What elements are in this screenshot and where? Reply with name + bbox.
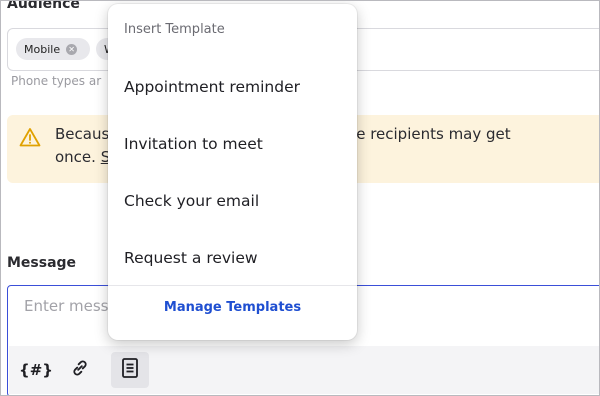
audience-chip-mobile[interactable]: Mobile ✕ xyxy=(16,38,90,60)
link-icon xyxy=(69,357,91,383)
message-placeholder: Enter mess xyxy=(24,297,109,315)
warning-text-line2: once. S xyxy=(55,148,110,166)
template-item-request-a-review[interactable]: Request a review xyxy=(108,238,357,278)
insert-template-button[interactable] xyxy=(111,352,149,388)
chip-label: Mobile xyxy=(24,42,61,56)
template-item-check-your-email[interactable]: Check your email xyxy=(108,181,357,221)
insert-template-menu: Insert Template Appointment reminder Inv… xyxy=(108,4,357,340)
app-frame: Audience Mobile ✕ W Phone types ar Becau… xyxy=(0,0,600,396)
message-toolbar: {#} xyxy=(9,346,599,394)
close-circle-icon[interactable]: ✕ xyxy=(66,43,78,55)
audience-hint: Phone types ar xyxy=(11,74,102,88)
menu-header: Insert Template xyxy=(124,22,225,37)
manage-templates-link[interactable]: Manage Templates xyxy=(108,300,357,315)
insert-variable-button[interactable]: {#} xyxy=(17,352,55,388)
message-label: Message xyxy=(7,255,77,271)
document-icon xyxy=(120,357,140,383)
warning-triangle-icon xyxy=(19,127,41,151)
menu-divider xyxy=(108,285,357,286)
insert-link-button[interactable] xyxy=(61,352,99,388)
template-item-invitation-to-meet[interactable]: Invitation to meet xyxy=(108,124,357,164)
template-item-appointment-reminder[interactable]: Appointment reminder xyxy=(108,67,357,107)
warning-text-once: once. xyxy=(55,148,96,166)
audience-label: Audience xyxy=(7,0,80,12)
